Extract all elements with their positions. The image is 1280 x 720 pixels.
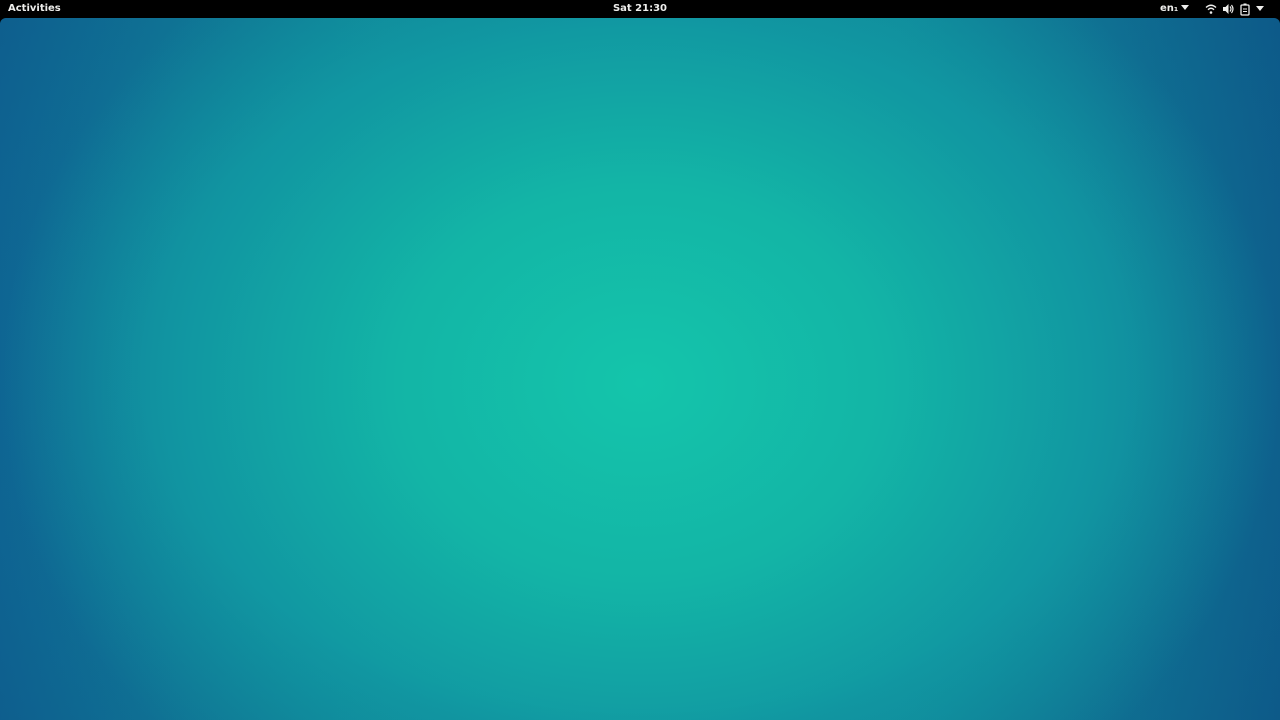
system-menu[interactable] (1205, 2, 1264, 16)
keyboard-layout-menu[interactable]: en₁ (1160, 3, 1190, 15)
chevron-down-icon (1256, 6, 1264, 12)
desktop-background[interactable] (0, 18, 1280, 720)
volume-icon (1222, 3, 1235, 15)
top-bar: Activities Sat 21:30 en₁ (0, 0, 1280, 18)
chevron-down-icon (1181, 3, 1190, 15)
keyboard-layout-label: en₁ (1160, 3, 1179, 14)
wifi-icon (1205, 3, 1217, 15)
clock-area: Sat 21:30 (0, 3, 1280, 15)
gnome-screen: Activities Sat 21:30 en₁ (0, 0, 1280, 720)
activities-button[interactable]: Activities (8, 3, 61, 15)
battery-icon (1240, 3, 1251, 16)
clock-button[interactable]: Sat 21:30 (613, 3, 667, 14)
